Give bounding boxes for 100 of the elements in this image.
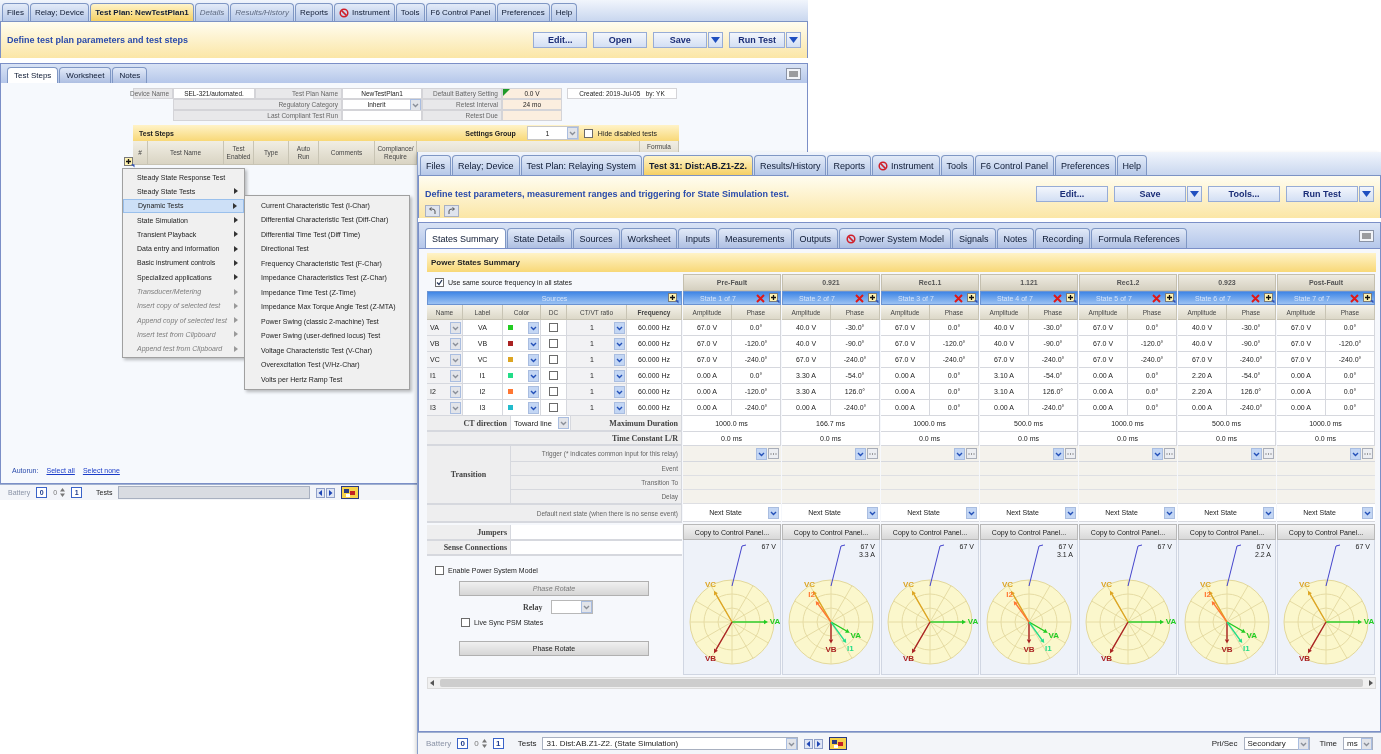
menu-tab[interactable]: Instrument [872,155,940,175]
add-icon[interactable] [1363,292,1374,304]
close-icon[interactable] [1251,293,1260,303]
menu-tab[interactable]: Preferences [496,3,550,21]
toolbar-button[interactable]: Edit... [533,32,588,48]
close-icon[interactable] [756,293,765,303]
add-icon[interactable] [1165,292,1176,304]
panel-menu-icon[interactable] [786,67,801,80]
checkbox[interactable] [435,566,444,575]
add-icon[interactable] [124,157,135,168]
tab[interactable]: Outputs [792,228,839,248]
menu-tab[interactable]: Test Plan: Relaying System [520,155,643,175]
checkbox[interactable] [549,355,558,364]
tab[interactable]: Notes [996,228,1035,248]
grid-icon[interactable] [829,737,848,750]
dropdown-button[interactable] [1187,186,1202,202]
tab[interactable]: Recording [1035,228,1091,248]
previous-icon[interactable] [804,738,814,749]
menu-tab[interactable]: Instrument [334,3,395,21]
battery-field[interactable]: 0 [457,738,469,749]
menu-tab[interactable]: Help [1116,155,1148,175]
prohibited-icon [878,160,888,171]
add-icon[interactable] [1264,292,1275,304]
next-icon[interactable] [326,487,336,498]
horizontal-scrollbar[interactable] [427,677,1376,689]
phasor-label: VB [825,645,837,655]
redo-icon[interactable] [444,205,459,217]
add-icon[interactable] [668,293,679,304]
input-field[interactable] [511,541,682,555]
checkbox[interactable] [549,339,558,348]
toolbar-button[interactable]: Save [1114,186,1186,202]
add-icon[interactable] [769,292,780,304]
tab[interactable]: Worksheet [620,228,678,248]
tab[interactable]: Test Steps [7,67,59,83]
menu-tab[interactable]: Files [2,3,29,21]
time-select[interactable]: ms [1343,737,1373,750]
toolbar-button[interactable]: Tools... [1208,186,1280,202]
step-spinner[interactable]: 0 [474,739,487,748]
close-icon[interactable] [855,293,864,303]
count-field[interactable]: 1 [492,738,504,749]
panel-menu-icon[interactable] [1359,229,1374,242]
menu-tab[interactable]: Files [420,155,451,175]
pri-sec-select[interactable]: Secondary [1243,737,1310,750]
spinner-arrows-icon[interactable] [481,739,487,748]
scroll-right-icon[interactable] [1369,680,1373,686]
toolbar-button[interactable]: Save [653,32,708,48]
tab[interactable]: Measurements [718,228,792,248]
checkbox[interactable] [549,403,558,412]
tab[interactable]: State Details [506,228,572,248]
add-icon[interactable] [868,292,879,304]
menu-tab[interactable]: F6 Control Panel [974,155,1055,175]
close-icon[interactable] [1053,293,1062,303]
menu-tab[interactable]: Test 31: Dist:AB.Z1-Z2. [643,155,753,175]
toolbar-button[interactable]: Run Test [1286,186,1358,202]
grid-icon[interactable] [341,486,360,499]
menu-tab[interactable]: Relay; Device [452,155,520,175]
previous-icon[interactable] [316,487,326,498]
add-icon[interactable] [967,292,978,304]
toolbar-button[interactable]: Edit... [1036,186,1108,202]
tests-select[interactable]: 31. Dist:AB.Z1-Z2. (State Simulation) [542,737,799,750]
close-icon[interactable] [1152,293,1161,303]
checkbox[interactable] [549,371,558,380]
dropdown-button[interactable] [786,32,801,48]
dropdown-button[interactable] [708,32,724,48]
input-field[interactable] [342,110,422,121]
close-icon[interactable] [1350,293,1359,303]
tab[interactable]: Formula References [1091,228,1187,248]
menu-tab[interactable]: F6 Control Panel [425,3,496,21]
input-field[interactable] [502,110,562,121]
tab[interactable]: Sources [572,228,620,248]
checkbox[interactable] [583,128,593,138]
checkbox[interactable] [461,618,470,627]
tab[interactable]: Power System Model [839,228,952,248]
tab[interactable]: Inputs [678,228,717,248]
undo-icon[interactable] [425,205,440,217]
toolbar-button[interactable]: Open [593,32,648,48]
menu-tab[interactable]: Tools [940,155,974,175]
menu-tab[interactable]: Results/History [753,155,827,175]
scroll-left-icon[interactable] [430,680,434,686]
checkbox[interactable] [435,278,444,287]
tab[interactable]: Signals [952,228,996,248]
next-icon[interactable] [814,738,824,749]
menu-tab[interactable]: Reports [295,3,334,21]
dropdown-button[interactable] [1359,186,1374,202]
toolbar-button[interactable]: Run Test [729,32,785,48]
input-field[interactable] [511,525,682,540]
menu-tab[interactable]: Help [550,3,578,21]
tab[interactable]: States Summary [425,228,506,248]
add-icon[interactable] [1066,292,1077,304]
tab[interactable]: Worksheet [59,67,112,83]
menu-tab[interactable]: Test Plan: NewTestPlan1 [90,3,194,21]
menu-tab[interactable]: Tools [395,3,425,21]
tab[interactable]: Notes [112,67,148,83]
spinner-arrows-icon[interactable] [60,488,66,497]
menu-tab[interactable]: Relay; Device [29,3,90,21]
close-icon[interactable] [954,293,963,303]
menu-tab[interactable]: Reports [827,155,871,175]
menu-tab[interactable]: Preferences [1055,155,1116,175]
checkbox[interactable] [549,387,558,396]
checkbox[interactable] [549,323,558,332]
